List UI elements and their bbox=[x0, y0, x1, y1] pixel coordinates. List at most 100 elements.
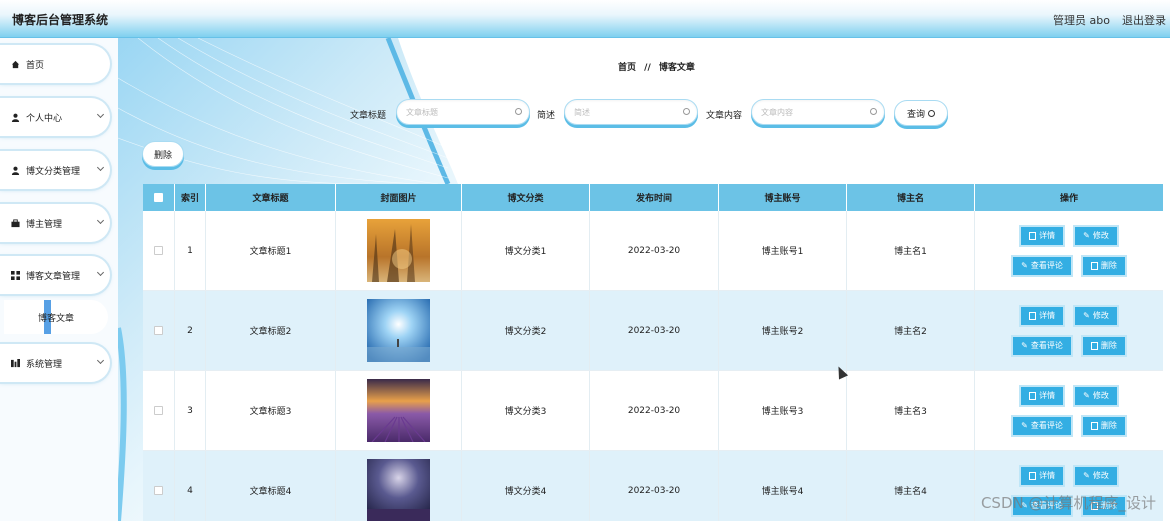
row-title: 文章标题2 bbox=[206, 291, 336, 370]
sidebar-item-article-management[interactable]: 博客文章管理 bbox=[0, 256, 110, 294]
sidebar-item-label: 博客文章管理 bbox=[26, 271, 81, 282]
grid-icon bbox=[11, 270, 20, 280]
row-account: 博主账号2 bbox=[719, 291, 847, 370]
logout-link[interactable]: 退出登录 bbox=[1122, 12, 1170, 28]
row-name: 博主名3 bbox=[847, 371, 975, 450]
summary-search-label: 简述 bbox=[537, 111, 556, 121]
detail-button[interactable]: 详情 bbox=[1019, 464, 1066, 487]
row-index: 1 bbox=[175, 211, 206, 290]
search-icon bbox=[870, 108, 877, 115]
column-header: 博主账号 bbox=[719, 184, 847, 211]
row-date: 2022-03-20 bbox=[590, 451, 719, 521]
view-comments-label: 查看评论 bbox=[1030, 421, 1063, 430]
detail-button-label: 详情 bbox=[1039, 311, 1056, 320]
view-comments-label: 查看评论 bbox=[1030, 341, 1063, 350]
row-actions: 详情 ✎ 修改 ✎ 查看评论 删除 bbox=[975, 211, 1163, 290]
document-icon bbox=[1029, 311, 1037, 320]
summary-search-placeholder: 简述 bbox=[574, 107, 590, 117]
document-icon bbox=[1029, 231, 1037, 240]
sidebar-item-home[interactable]: 首页 bbox=[0, 45, 110, 83]
view-comments-button[interactable]: ✎ 查看评论 bbox=[1011, 334, 1073, 357]
title-search-placeholder: 文章标题 bbox=[406, 107, 438, 117]
detail-button[interactable]: 详情 bbox=[1019, 304, 1066, 327]
edit-icon: ✎ bbox=[1083, 311, 1090, 320]
row-account: 博主账号3 bbox=[719, 371, 847, 450]
delete-button-label: 删除 bbox=[1100, 421, 1117, 430]
trash-icon bbox=[1090, 341, 1098, 350]
cover-image bbox=[367, 299, 430, 362]
row-category: 博文分类1 bbox=[462, 211, 590, 290]
view-comments-button[interactable]: ✎ 查看评论 bbox=[1011, 414, 1073, 437]
edit-button-label: 修改 bbox=[1092, 471, 1109, 480]
detail-button-label: 详情 bbox=[1039, 231, 1056, 240]
content-search-label: 文章内容 bbox=[706, 111, 743, 121]
row-date: 2022-03-20 bbox=[590, 211, 719, 290]
row-index: 3 bbox=[175, 371, 206, 450]
row-title: 文章标题3 bbox=[206, 371, 336, 450]
view-comments-label: 查看评论 bbox=[1030, 261, 1063, 270]
sidebar-item-personal-center[interactable]: 个人中心 bbox=[0, 98, 110, 136]
user-icon bbox=[11, 113, 20, 122]
delete-button-label: 删除 bbox=[1100, 341, 1117, 350]
view-comments-button[interactable]: ✎ 查看评论 bbox=[1011, 254, 1073, 277]
delete-button[interactable]: 删除 bbox=[1080, 254, 1127, 277]
home-icon bbox=[11, 60, 20, 69]
breadcrumb-separator: // bbox=[644, 63, 651, 73]
sidebar-subitem-blog-article[interactable]: 博客文章 bbox=[4, 300, 108, 334]
delete-button-label: 删除 bbox=[1100, 261, 1117, 270]
summary-search-input[interactable]: 简述 bbox=[564, 99, 698, 125]
edit-button[interactable]: ✎ 修改 bbox=[1073, 304, 1119, 327]
current-user: 管理员 abo bbox=[1053, 14, 1110, 27]
title-search-label: 文章标题 bbox=[350, 111, 387, 121]
row-category: 博文分类3 bbox=[462, 371, 590, 450]
detail-button[interactable]: 详情 bbox=[1019, 384, 1066, 407]
main-content: 首页 // 博客文章 文章标题 文章标题 简述 简述 文章内容 文章内容 查询 … bbox=[118, 38, 1170, 521]
row-date: 2022-03-20 bbox=[590, 291, 719, 370]
detail-button[interactable]: 详情 bbox=[1019, 224, 1066, 247]
row-checkbox[interactable] bbox=[154, 246, 163, 255]
column-header: 封面图片 bbox=[336, 184, 462, 211]
chart-icon bbox=[11, 358, 20, 368]
row-checkbox[interactable] bbox=[154, 326, 163, 335]
edit-button[interactable]: ✎ 修改 bbox=[1073, 464, 1119, 487]
row-name: 博主名4 bbox=[847, 451, 975, 521]
edit-button-label: 修改 bbox=[1092, 311, 1109, 320]
row-name: 博主名1 bbox=[847, 211, 975, 290]
content-search-input[interactable]: 文章内容 bbox=[751, 99, 885, 125]
edit-button[interactable]: ✎ 修改 bbox=[1073, 224, 1119, 247]
detail-button-label: 详情 bbox=[1039, 471, 1056, 480]
batch-delete-button[interactable]: 删除 bbox=[142, 141, 184, 167]
row-title: 文章标题4 bbox=[206, 451, 336, 521]
breadcrumb-home[interactable]: 首页 bbox=[618, 63, 636, 73]
edit-button-label: 修改 bbox=[1092, 231, 1109, 240]
delete-button[interactable]: 删除 bbox=[1080, 414, 1127, 437]
document-icon bbox=[1029, 471, 1037, 480]
edit-icon: ✎ bbox=[1021, 261, 1028, 270]
top-header: 博客后台管理系统 管理员 abo 退出登录 bbox=[0, 0, 1170, 38]
detail-button-label: 详情 bbox=[1039, 391, 1056, 400]
edit-button[interactable]: ✎ 修改 bbox=[1073, 384, 1119, 407]
row-index: 4 bbox=[175, 451, 206, 521]
select-all-checkbox[interactable] bbox=[154, 193, 163, 202]
column-header: 发布时间 bbox=[590, 184, 719, 211]
row-actions: 详情 ✎ 修改 ✎ 查看评论 删除 bbox=[975, 371, 1163, 450]
search-button-label: 查询 bbox=[906, 109, 925, 120]
search-button[interactable]: 查询 bbox=[894, 100, 948, 126]
cover-image bbox=[367, 379, 430, 442]
row-checkbox[interactable] bbox=[154, 486, 163, 495]
title-search-input[interactable]: 文章标题 bbox=[396, 99, 530, 125]
sidebar-item-system-management[interactable]: 系统管理 bbox=[0, 344, 110, 382]
edit-icon: ✎ bbox=[1083, 391, 1090, 400]
table-row: 2 文章标题2 博文分类2 2022-03-20 博主账号2 博主名2 详情 ✎… bbox=[143, 291, 1163, 371]
select-all-cell[interactable] bbox=[143, 184, 175, 211]
article-table: 索引 文章标题 封面图片 博文分类 发布时间 博主账号 博主名 操作 1 文章标… bbox=[143, 184, 1163, 521]
delete-button[interactable]: 删除 bbox=[1080, 334, 1127, 357]
edit-icon: ✎ bbox=[1083, 231, 1090, 240]
sidebar-item-blogger-management[interactable]: 博主管理 bbox=[0, 204, 110, 242]
row-checkbox[interactable] bbox=[154, 406, 163, 415]
search-icon bbox=[683, 108, 690, 115]
table-row: 1 文章标题1 博文分类1 2022-03-20 博主账号1 博主名1 详情 ✎… bbox=[143, 211, 1163, 291]
sidebar-item-category-management[interactable]: 博文分类管理 bbox=[0, 151, 110, 189]
app-title: 博客后台管理系统 bbox=[12, 13, 109, 27]
content-search-placeholder: 文章内容 bbox=[761, 107, 793, 117]
